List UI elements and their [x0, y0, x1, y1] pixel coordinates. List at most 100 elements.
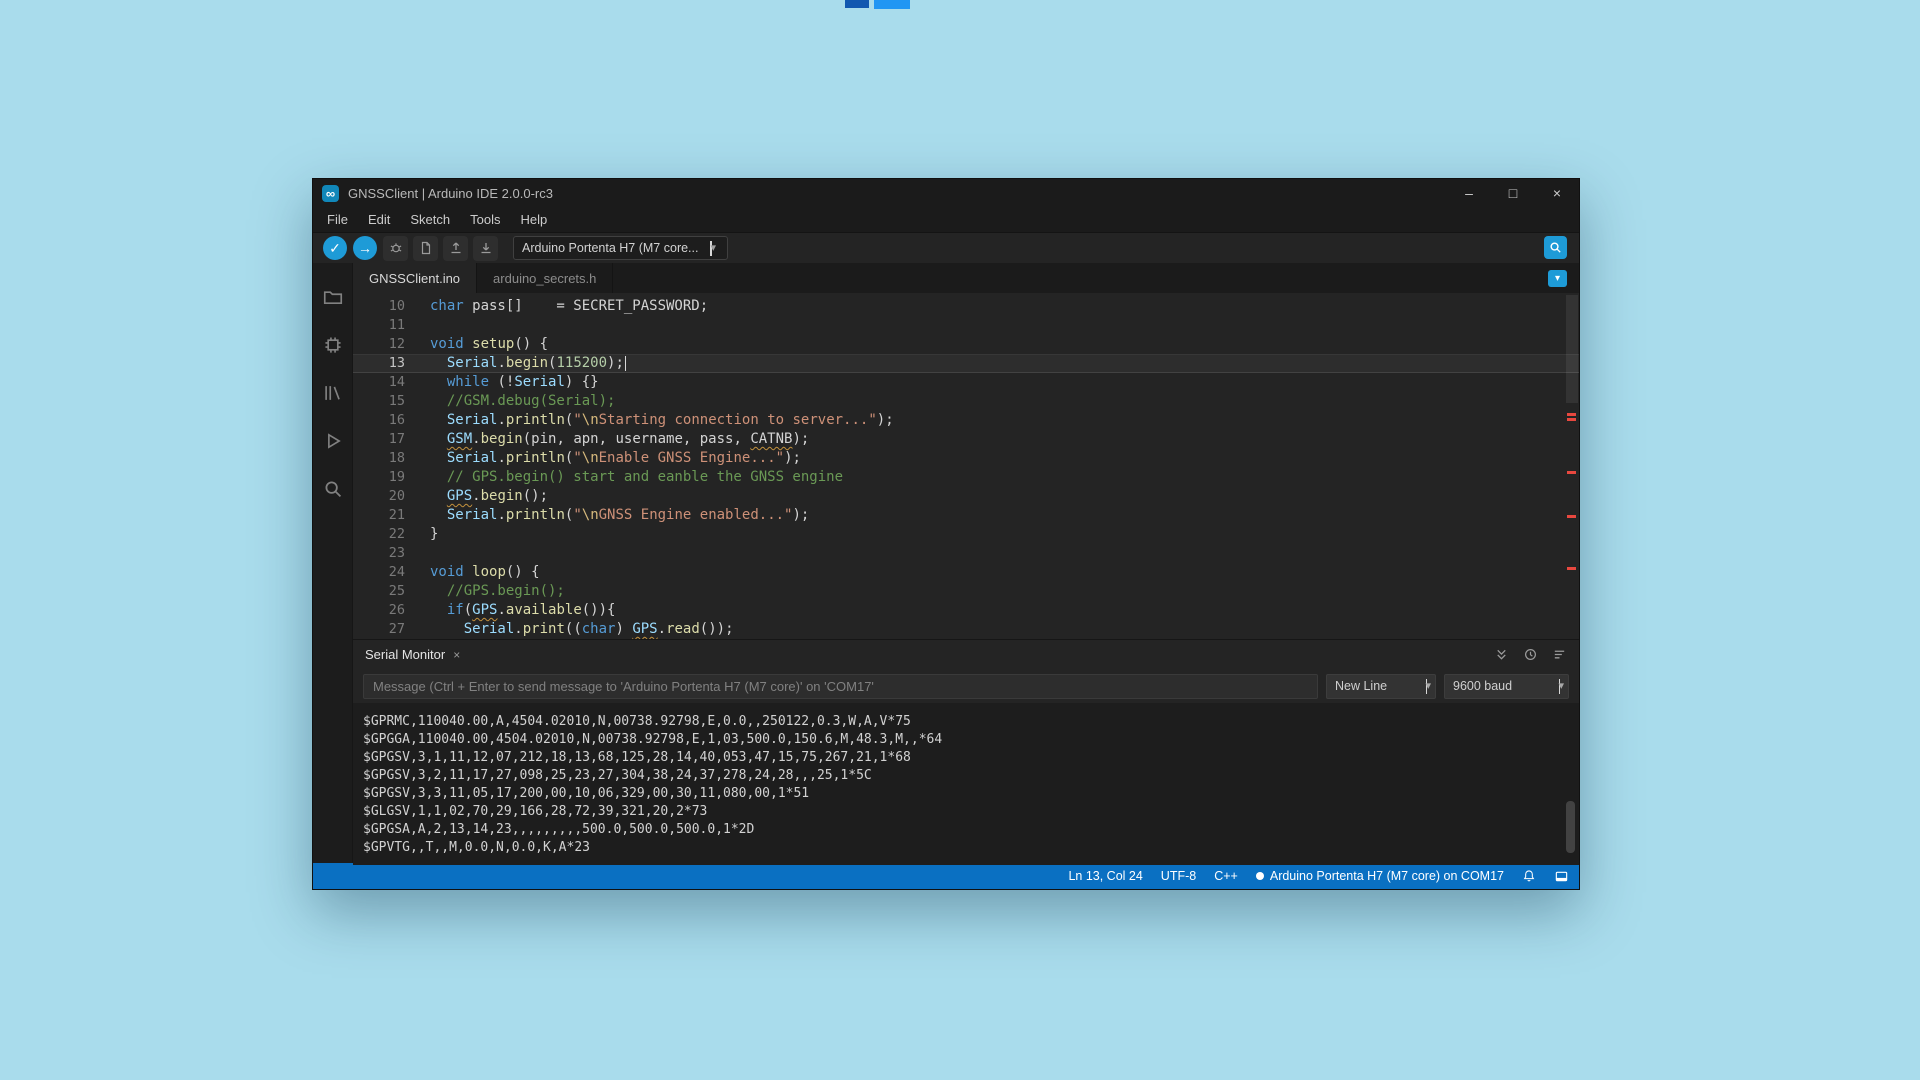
save-down-arrow-icon [478, 240, 494, 256]
search-icon [322, 478, 344, 500]
toggle-panel-button[interactable] [1554, 869, 1569, 884]
clock-icon [1523, 647, 1538, 662]
code-lines: 10char pass[] = SECRET_PASSWORD;1112void… [353, 297, 1579, 639]
encoding[interactable]: UTF-8 [1161, 869, 1196, 883]
cursor-position[interactable]: Ln 13, Col 24 [1068, 869, 1142, 883]
code-line-15[interactable]: 15 //GSM.debug(Serial); [353, 392, 1579, 411]
magnifier-icon [1548, 240, 1563, 255]
books-icon [322, 382, 344, 404]
chevron-down-icon: ▾ [710, 241, 712, 256]
new-file-icon [418, 240, 434, 256]
code-line-14[interactable]: 14 while (!Serial) {} [353, 373, 1579, 392]
menu-tools[interactable]: Tools [460, 207, 510, 233]
menu-help[interactable]: Help [510, 207, 557, 233]
code-text: Serial.begin(115200); [405, 354, 626, 373]
close-button[interactable]: × [1535, 179, 1579, 207]
serial-line-0: $GPRMC,110040.00,A,4504.02010,N,00738.92… [363, 713, 1579, 731]
code-text: GSM.begin(pin, apn, username, pass, CATN… [405, 430, 809, 449]
code-text: char pass[] = SECRET_PASSWORD; [405, 297, 708, 316]
clear-output-button[interactable] [1552, 647, 1567, 662]
status-bar: Ln 13, Col 24 UTF-8 C++ Arduino Portenta… [313, 863, 1579, 889]
menu-sketch[interactable]: Sketch [400, 207, 460, 233]
error-mark [1567, 515, 1576, 518]
serial-monitor-close-icon[interactable]: × [453, 648, 460, 662]
serial-message-input[interactable] [363, 674, 1318, 699]
line-number: 26 [353, 601, 405, 620]
serial-monitor-actions [1494, 647, 1567, 662]
menubar: File Edit Sketch Tools Help [313, 207, 1579, 233]
code-line-21[interactable]: 21 Serial.println("\nGNSS Engine enabled… [353, 506, 1579, 525]
board-selector-label: Arduino Portenta H7 (M7 core... [522, 241, 698, 255]
board-selector-dropdown[interactable]: Arduino Portenta H7 (M7 core... ▾ [513, 236, 728, 260]
code-line-20[interactable]: 20 GPS.begin(); [353, 487, 1579, 506]
serial-line-5: $GLGSV,1,1,02,70,29,166,28,72,39,321,20,… [363, 803, 1579, 821]
serial-monitor-toggle-button[interactable] [1544, 236, 1567, 259]
code-text: void loop() { [405, 563, 540, 582]
debug-button[interactable] [383, 236, 408, 261]
baud-rate-dropdown[interactable]: 9600 baud ▾ [1444, 674, 1569, 699]
line-number: 24 [353, 563, 405, 582]
serial-monitor-tab[interactable]: Serial Monitor [365, 647, 445, 662]
code-line-24[interactable]: 24void loop() { [353, 563, 1579, 582]
code-line-17[interactable]: 17 GSM.begin(pin, apn, username, pass, C… [353, 430, 1579, 449]
serial-output[interactable]: $GPRMC,110040.00,A,4504.02010,N,00738.92… [353, 703, 1579, 865]
notifications-button[interactable] [1522, 869, 1536, 883]
tab-arduino-secrets-h[interactable]: arduino_secrets.h [477, 263, 613, 293]
save-sketch-button[interactable] [473, 236, 498, 261]
main-area: GNSSClient.ino arduino_secrets.h ▾ 10cha… [313, 263, 1579, 863]
code-line-26[interactable]: 26 if(GPS.available()){ [353, 601, 1579, 620]
sidebar-item-boards-manager[interactable] [313, 321, 353, 369]
board-label: Arduino Portenta H7 (M7 core) on COM17 [1270, 869, 1504, 883]
code-line-12[interactable]: 12void setup() { [353, 335, 1579, 354]
code-text: Serial.print((char) GPS.read()); [405, 620, 734, 639]
right-arrow-icon: → [358, 240, 372, 256]
debug-play-icon [322, 430, 344, 452]
error-mark [1567, 567, 1576, 570]
tab-gnssclient-ino[interactable]: GNSSClient.ino [353, 263, 477, 293]
code-text [405, 316, 430, 335]
code-line-23[interactable]: 23 [353, 544, 1579, 563]
editor-scrollbar-thumb[interactable] [1566, 295, 1578, 403]
overview-ruler[interactable] [1565, 293, 1579, 639]
collapse-panel-button[interactable] [1494, 647, 1509, 662]
tab-overflow-button[interactable]: ▾ [1548, 270, 1567, 287]
chevron-down-icon: ▾ [1426, 679, 1428, 694]
maximize-button[interactable]: □ [1491, 179, 1535, 207]
menu-file[interactable]: File [317, 207, 358, 233]
chevron-down-icon: ▾ [1555, 273, 1560, 284]
code-line-22[interactable]: 22} [353, 525, 1579, 544]
clear-lines-icon [1552, 647, 1567, 662]
sidebar-item-sketchbook[interactable] [313, 273, 353, 321]
code-line-10[interactable]: 10char pass[] = SECRET_PASSWORD; [353, 297, 1579, 316]
status-right: Ln 13, Col 24 UTF-8 C++ Arduino Portenta… [1068, 869, 1569, 884]
minimize-button[interactable]: – [1447, 179, 1491, 207]
line-number: 20 [353, 487, 405, 506]
code-line-27[interactable]: 27 Serial.print((char) GPS.read()); [353, 620, 1579, 639]
upload-button[interactable]: → [353, 236, 377, 260]
sidebar-item-search[interactable] [313, 465, 353, 513]
code-line-16[interactable]: 16 Serial.println("\nStarting connection… [353, 411, 1579, 430]
code-line-11[interactable]: 11 [353, 316, 1579, 335]
connected-board[interactable]: Arduino Portenta H7 (M7 core) on COM17 [1256, 869, 1504, 883]
line-ending-dropdown[interactable]: New Line ▾ [1326, 674, 1436, 699]
verify-button[interactable]: ✓ [323, 236, 347, 260]
menu-edit[interactable]: Edit [358, 207, 400, 233]
timestamp-toggle-button[interactable] [1523, 647, 1538, 662]
sidebar-item-library-manager[interactable] [313, 369, 353, 417]
chip-icon [322, 334, 344, 356]
code-text [405, 544, 430, 563]
code-editor[interactable]: 10char pass[] = SECRET_PASSWORD;1112void… [353, 293, 1579, 639]
code-line-25[interactable]: 25 //GPS.begin(); [353, 582, 1579, 601]
language-mode[interactable]: C++ [1214, 869, 1238, 883]
code-line-13[interactable]: 13 Serial.begin(115200); [353, 354, 1579, 373]
serial-scrollbar-thumb[interactable] [1566, 801, 1575, 853]
error-mark [1567, 413, 1576, 416]
open-sketch-button[interactable] [443, 236, 468, 261]
text-cursor [625, 356, 627, 371]
code-line-19[interactable]: 19 // GPS.begin() start and eanble the G… [353, 468, 1579, 487]
code-line-18[interactable]: 18 Serial.println("\nEnable GNSS Engine.… [353, 449, 1579, 468]
arduino-ide-window: ∞ GNSSClient | Arduino IDE 2.0.0-rc3 – □… [312, 178, 1580, 890]
code-text: // GPS.begin() start and eanble the GNSS… [405, 468, 843, 487]
sidebar-item-debug[interactable] [313, 417, 353, 465]
new-sketch-button[interactable] [413, 236, 438, 261]
